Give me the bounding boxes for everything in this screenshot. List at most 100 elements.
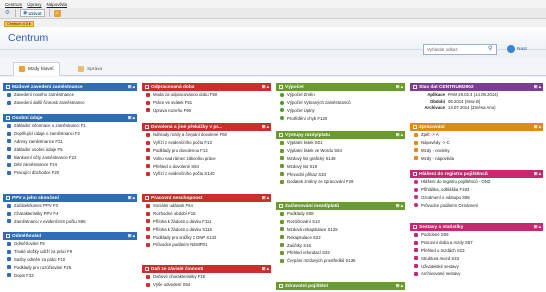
panel-collapse-icon[interactable]: ⊞ ▴ [262,123,269,131]
panel-header[interactable]: Zpracování ⊞ ▴ [410,123,543,131]
panel-header[interactable]: Mzdové zavedení zaměstnance ⊞ ▴ [3,83,137,91]
panel-link[interactable]: Výpočet Změn [276,91,405,99]
panel-link[interactable]: Výpočet Úplný [276,107,405,115]
panel-link[interactable]: Práce ve svátek F51 [142,99,271,107]
panel-link[interactable]: Mzdy - nápověda [410,154,543,162]
panel-link[interactable]: Trvalé složky udrží za práci F9 [3,248,137,256]
panel-link[interactable]: Mzdová rekapitulace S125 [276,226,405,234]
breadcrumb[interactable]: Centrum 4.0 ▸ [4,20,34,27]
panel-collapse-icon[interactable]: ⊞ ▴ [396,131,403,139]
panel-header[interactable]: Dovolená a jiné překážky v pr... ⊞ ▴ [142,123,271,131]
panel-link[interactable]: Bankovní účty zaměstnance F22 [3,153,137,161]
panel-link[interactable]: Struktura mezd S43 [410,254,543,262]
panel-link[interactable]: Sociální události F64 [142,202,271,210]
panel-link[interactable]: Převodní příkaz S33 [276,170,405,178]
panel-header[interactable]: Zdravotní pojištění ⊞ ▴ [276,282,405,290]
panel-link[interactable]: Podklady pro srážky z DNP S142 [142,233,271,241]
panel-link[interactable]: Rozúčtování S13 [276,218,405,226]
panel-collapse-icon[interactable]: ⊞ ▴ [396,202,403,210]
panel-header[interactable]: Daň ze závislé činnosti ⊞ ▴ [142,265,271,273]
panel-link[interactable]: Podklady pro rozúčtování F25 [3,263,137,271]
tab-sprava[interactable]: Správa [73,62,107,76]
panel-link[interactable]: Uživatelské sestavy [410,262,543,270]
panel-link[interactable]: Mzdy - novinky [410,147,543,155]
panel-link[interactable]: Protřídění chyb F120 [276,114,405,122]
panel-link[interactable]: Výplatní listek ve Wordu S64 [276,147,405,155]
panel-link[interactable]: Výše odvedení S54 [142,281,271,289]
globe-icon[interactable] [507,45,515,53]
panel-link[interactable]: Podklady pro dovolenou F12 [142,147,271,155]
panel-collapse-icon[interactable]: ⊞ ▴ [534,223,541,231]
menu-upravy[interactable]: Úpravy [27,2,41,7]
panel-header[interactable]: Odpracovaná doba ⊞ ▴ [142,83,271,91]
panel-link[interactable]: Mzdový list grafický S148 [276,155,405,163]
panel-link[interactable]: Dodatek změny ze zpracování F29 [276,178,405,186]
panel-link[interactable]: Archivované sestavy [410,270,543,278]
panel-link[interactable]: Základní osobní údaje F5 [3,145,137,153]
tab-mzdy-hlavni[interactable]: Mzdy hlavní [13,62,60,76]
panel-header[interactable]: Pracovní neschopnost ⊞ ▴ [142,194,271,202]
panel-link[interactable]: Zaměstnanci v evidenčním počtu S96 [3,218,137,226]
panel-collapse-icon[interactable]: ⊞ ▴ [128,194,135,202]
panel-link[interactable]: Pracující důchodce F20 [3,169,137,177]
search-icon[interactable]: ⚲ [488,45,492,54]
settings-link[interactable]: Nast [517,45,527,54]
panel-link[interactable]: Rekapitulace S22 [276,233,405,241]
panel-link[interactable]: Vyřízí z evidenčního počtu S140 [142,170,271,178]
panel-link[interactable]: Průvodce podáním NEMP01 [142,241,271,249]
panel-link[interactable]: Zavedení nového zaměstnance [3,91,137,99]
panel-collapse-icon[interactable]: ⊞ ▴ [262,265,269,273]
panel-link[interactable]: Doplňující údaje o zaměstnanci F2 [3,130,137,138]
home-icon[interactable]: ⌂ [53,9,61,17]
panel-link[interactable]: Daňové charakteristiky F18 [142,273,271,281]
panel-link[interactable]: Charakteristiky PPV F4 [3,210,137,218]
panel-collapse-icon[interactable]: ⊞ ▴ [396,282,403,290]
panel-link[interactable]: Podklady S08 [276,210,405,218]
panel-link[interactable]: Pracovní doba a mzdy S57 [410,239,543,247]
panel-collapse-icon[interactable]: ⊞ ▴ [128,114,135,122]
panel-link[interactable]: Mzdový list S19 [276,162,405,170]
panel-link[interactable]: Výplatní listek S01 [276,139,405,147]
panel-header[interactable]: Sestavy a statistiky ⊞ ▴ [410,223,543,231]
panel-header[interactable]: Stav dat CENTRUM2902 ⊞ ▴ [410,83,543,91]
panel-link[interactable]: Děti zaměstnance F24 [3,161,137,169]
panel-link[interactable]: Zpět -> A [410,131,543,139]
panel-collapse-icon[interactable]: ⊞ ▴ [534,170,541,178]
panel-link[interactable]: Základní informace o zaměstnanci F1 [3,122,137,130]
panel-link[interactable]: Přehled o dovolené S54 [142,162,271,170]
settings-icon[interactable]: ⚙ [4,10,11,17]
panel-link[interactable]: Rozhodné období F15 [142,210,271,218]
user-button[interactable]: ◉ Uzivat [20,9,45,17]
panel-link[interactable]: Adresy zaměstnance F21 [3,138,137,146]
panel-collapse-icon[interactable]: ⊞ ▴ [534,123,541,131]
panel-link[interactable]: Odměňování F5 [3,240,137,248]
panel-collapse-icon[interactable]: ⊞ ▴ [262,194,269,202]
panel-link[interactable]: Volno nad rámec zákoníku práce [142,154,271,162]
panel-collapse-icon[interactable]: ⊞ ▴ [396,83,403,91]
panel-collapse-icon[interactable]: ⊞ ▴ [534,83,541,91]
panel-collapse-icon[interactable]: ⊞ ▴ [128,232,135,240]
menu-centrum[interactable]: Centrum [5,2,22,7]
panel-link[interactable]: Podrobné S09 [410,231,543,239]
panel-link[interactable]: Přehled refundací S34 [276,249,405,257]
panel-header[interactable]: Odměňování ⊞ ▴ [3,232,137,240]
panel-link[interactable]: Sazby odměn za práci F10 [3,256,137,264]
panel-link[interactable]: Nápovědy -> C [410,139,543,147]
panel-header[interactable]: PPV a jeho skončení ⊞ ▴ [3,194,137,202]
panel-link[interactable]: Hlášení do registru pojištěnců - ONZ [410,178,543,186]
panel-link[interactable]: Příloha k žádosti o dávku S115 [142,225,271,233]
panel-header[interactable]: Začlenování mezd/platů ⊞ ▴ [276,202,405,210]
panel-collapse-icon[interactable]: ⊞ ▴ [128,83,135,91]
panel-link[interactable]: Příloha k žádosti o dávku F111 [142,218,271,226]
panel-header[interactable]: Hlášení do registru pojištěnců ⊞ ▴ [410,170,543,178]
panel-link[interactable]: Úprava rozvrhu F90 [142,107,271,115]
panel-link[interactable]: Náhrady mzdy a čerpání dovolené F60 [142,131,271,139]
panel-header[interactable]: Výstupy mzdy/platu ⊞ ▴ [276,131,405,139]
menu-napoveda[interactable]: Nápověda [47,2,68,7]
panel-link[interactable]: Přihláška, odhláška F183 [410,186,543,194]
panel-link[interactable]: Průvodce podáním Oznámení [410,201,543,209]
panel-link[interactable]: Čerpání mzdových prostředků S136 [276,257,405,265]
panel-link[interactable]: Vyřízí z evidenčního počtu F13 [142,139,271,147]
panel-link[interactable]: Začátek/konec PPV F3 [3,202,137,210]
panel-link[interactable]: Přehled o mzdách S23 [410,247,543,255]
